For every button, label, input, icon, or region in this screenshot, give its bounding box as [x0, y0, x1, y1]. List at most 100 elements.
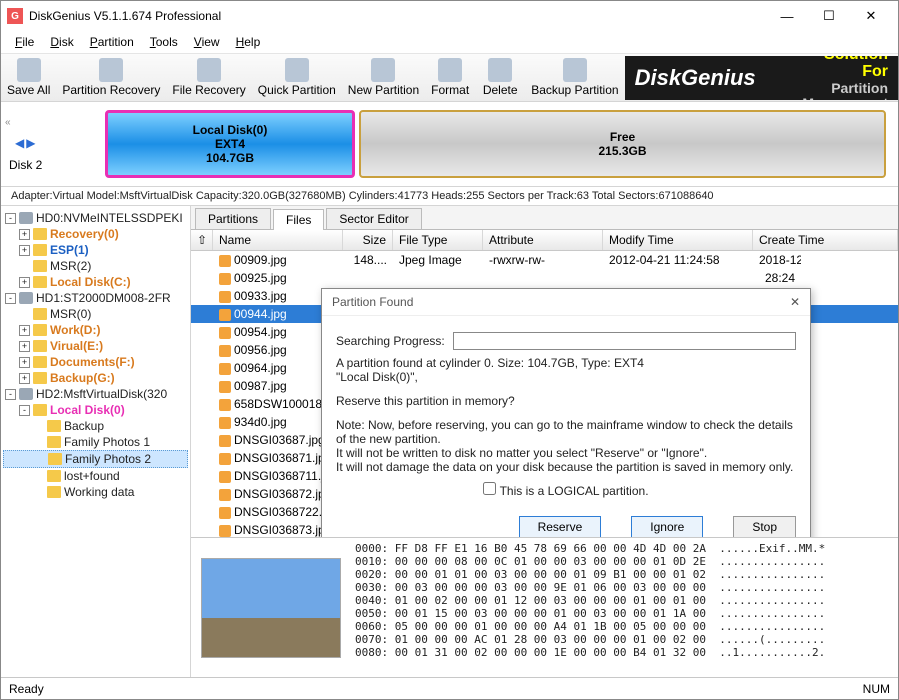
- file-row[interactable]: 00909.jpg148....Jpeg Image-rwxrw-rw-2012…: [191, 251, 898, 269]
- tree-toggle-icon[interactable]: +: [19, 373, 30, 384]
- tree-node[interactable]: -HD1:ST2000DM008-2FR: [3, 290, 188, 306]
- toolbar-icon: [17, 58, 41, 82]
- tree-node[interactable]: +ESP(1): [3, 242, 188, 258]
- ignore-button[interactable]: Ignore: [631, 516, 703, 537]
- toolbar-quick-partition[interactable]: Quick Partition: [252, 56, 342, 99]
- folder-icon: [33, 228, 47, 240]
- logical-partition-checkbox[interactable]: [483, 482, 496, 495]
- tree-toggle-icon[interactable]: -: [19, 405, 30, 416]
- toolbar-file-recovery[interactable]: File Recovery: [166, 56, 251, 99]
- tree-node[interactable]: +Local Disk(C:): [3, 274, 188, 290]
- folder-icon: [33, 404, 47, 416]
- tree-toggle-icon[interactable]: +: [19, 325, 30, 336]
- partition-fs: EXT4: [215, 137, 245, 151]
- folder-icon: [47, 470, 61, 482]
- partition-block-free[interactable]: Free 215.3GB: [359, 110, 886, 178]
- menu-disk[interactable]: Disk: [42, 33, 81, 51]
- menu-help[interactable]: Help: [228, 33, 269, 51]
- file-icon: [219, 471, 231, 483]
- tree-node[interactable]: Backup: [3, 418, 188, 434]
- dialog-note1: Note: Now, before reserving, you can go …: [336, 418, 796, 446]
- tree-toggle-icon[interactable]: +: [19, 357, 30, 368]
- file-icon: [219, 345, 231, 357]
- tree-label: Working data: [64, 485, 134, 499]
- dialog-close-icon[interactable]: ✕: [790, 295, 800, 309]
- folder-icon: [33, 276, 47, 288]
- tree-node[interactable]: -Local Disk(0): [3, 402, 188, 418]
- maximize-button[interactable]: ☐: [808, 4, 850, 28]
- disk-icon: [19, 388, 33, 400]
- tree-node[interactable]: +Recovery(0): [3, 226, 188, 242]
- file-row[interactable]: 00925.jpg28:24: [191, 269, 898, 287]
- tree-node[interactable]: MSR(2): [3, 258, 188, 274]
- tree-toggle-icon[interactable]: -: [5, 213, 16, 224]
- tree-toggle-icon[interactable]: -: [5, 293, 16, 304]
- tab-partitions[interactable]: Partitions: [195, 208, 271, 229]
- tree-node[interactable]: MSR(0): [3, 306, 188, 322]
- toolbar-partition-recovery[interactable]: Partition Recovery: [56, 56, 166, 99]
- tree-toggle-icon[interactable]: -: [5, 389, 16, 400]
- tree-node[interactable]: lost+found: [3, 468, 188, 484]
- tree-toggle-icon[interactable]: +: [19, 341, 30, 352]
- disk-icon: [19, 292, 33, 304]
- tree-toggle-icon[interactable]: +: [19, 277, 30, 288]
- prev-disk-icon[interactable]: ◀: [15, 136, 24, 150]
- col-attribute[interactable]: Attribute: [483, 230, 603, 250]
- next-disk-icon[interactable]: ▶: [26, 136, 35, 150]
- toolbar-icon: [99, 58, 123, 82]
- close-button[interactable]: ✕: [850, 4, 892, 28]
- tree-node[interactable]: - HD2:MsftVirtualDisk(320: [3, 386, 188, 402]
- menu-tools[interactable]: Tools: [142, 33, 186, 51]
- tree-node[interactable]: -HD0:NVMeINTELSSDPEKI: [3, 210, 188, 226]
- tree-node[interactable]: Family Photos 2: [3, 450, 188, 468]
- toolbar-delete[interactable]: Delete: [475, 56, 525, 99]
- tree-toggle-icon[interactable]: +: [19, 229, 30, 240]
- file-icon: [219, 381, 231, 393]
- col-modifytime[interactable]: Modify Time: [603, 230, 753, 250]
- partition-size: 104.7GB: [206, 151, 254, 165]
- col-size[interactable]: Size: [343, 230, 393, 250]
- tab-files[interactable]: Files: [273, 209, 324, 230]
- minimize-button[interactable]: —: [766, 4, 808, 28]
- toolbar-label: New Partition: [348, 83, 419, 97]
- col-up-icon[interactable]: ⇧: [191, 230, 213, 250]
- file-icon: [219, 525, 231, 537]
- toolbar-new-partition[interactable]: New Partition: [342, 56, 425, 99]
- tree-label: Backup(G:): [50, 371, 115, 385]
- tree-label: lost+found: [64, 469, 120, 483]
- tree-toggle-icon[interactable]: +: [19, 245, 30, 256]
- collapse-icon[interactable]: «: [5, 117, 11, 128]
- folder-icon: [33, 260, 47, 272]
- tree-node[interactable]: Working data: [3, 484, 188, 500]
- file-icon: [219, 363, 231, 375]
- dialog-note2: It will not be written to disk no matter…: [336, 446, 796, 460]
- banner-line2: Partition Management & Data Rec: [796, 81, 888, 100]
- tree-node[interactable]: + Backup(G:): [3, 370, 188, 386]
- toolbar-backup-partition[interactable]: Backup Partition: [525, 56, 624, 99]
- tree-label: HD2:MsftVirtualDisk(320: [36, 387, 167, 401]
- menu-partition[interactable]: Partition: [82, 33, 142, 51]
- col-name[interactable]: Name: [213, 230, 343, 250]
- tab-sector-editor[interactable]: Sector Editor: [326, 208, 421, 229]
- tree-node[interactable]: +Work(D:): [3, 322, 188, 338]
- tree-node[interactable]: +Documents(F:): [3, 354, 188, 370]
- menu-file[interactable]: File: [7, 33, 42, 51]
- partition-name: Free: [610, 130, 635, 144]
- file-grid: ⇧ Name Size File Type Attribute Modify T…: [191, 230, 898, 537]
- dialog-found-text2: "Local Disk(0)",: [336, 370, 796, 384]
- col-filetype[interactable]: File Type: [393, 230, 483, 250]
- partition-block-0[interactable]: Local Disk(0) EXT4 104.7GB: [105, 110, 355, 178]
- toolbar-save-all[interactable]: Save All: [1, 56, 56, 99]
- tree-node[interactable]: Family Photos 1: [3, 434, 188, 450]
- reserve-button[interactable]: Reserve: [519, 516, 602, 537]
- file-icon: [219, 507, 231, 519]
- file-icon: [219, 273, 231, 285]
- toolbar-icon: [563, 58, 587, 82]
- tree-node[interactable]: +Virual(E:): [3, 338, 188, 354]
- menu-view[interactable]: View: [186, 33, 228, 51]
- tree-label: Backup: [64, 419, 104, 433]
- col-createtime[interactable]: Create Time: [753, 230, 898, 250]
- stop-button[interactable]: Stop: [733, 516, 796, 537]
- toolbar-format[interactable]: Format: [425, 56, 475, 99]
- disk-tree[interactable]: -HD0:NVMeINTELSSDPEKI+Recovery(0)+ESP(1)…: [1, 206, 191, 677]
